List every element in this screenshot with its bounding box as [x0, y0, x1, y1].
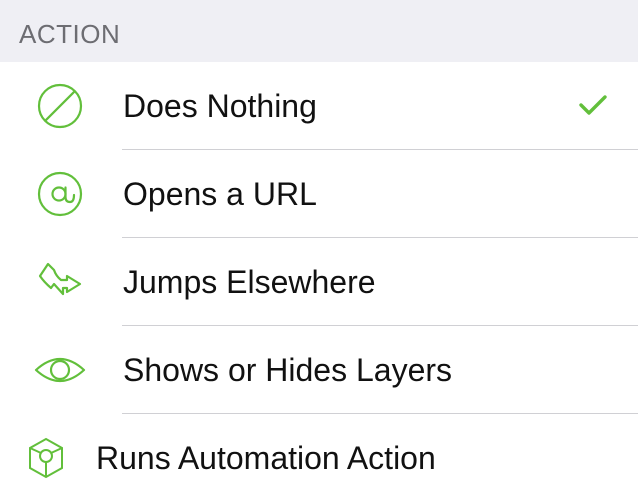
eye-icon	[34, 346, 86, 394]
prohibited-icon	[34, 82, 86, 130]
action-settings-screen: ACTION Does Nothing Opens a URL Jumps El…	[0, 0, 638, 500]
option-label: Shows or Hides Layers	[123, 352, 453, 388]
section-title: ACTION	[19, 19, 121, 49]
option-jumps-elsewhere[interactable]: Jumps Elsewhere	[0, 238, 638, 326]
option-opens-url[interactable]: Opens a URL	[0, 150, 638, 238]
option-label: Jumps Elsewhere	[123, 264, 376, 300]
option-does-nothing[interactable]: Does Nothing	[0, 62, 638, 150]
jump-arrow-icon	[34, 258, 86, 306]
action-options-list: Does Nothing Opens a URL Jumps Elsewhere…	[0, 62, 638, 500]
automation-cube-icon	[24, 436, 68, 480]
section-header-action: ACTION	[0, 0, 638, 62]
option-runs-automation[interactable]: Runs Automation Action	[0, 414, 638, 500]
option-label: Opens a URL	[123, 176, 317, 212]
option-label: Runs Automation Action	[96, 440, 436, 476]
option-label: Does Nothing	[123, 88, 317, 124]
option-shows-hides-layers[interactable]: Shows or Hides Layers	[0, 326, 638, 414]
at-sign-icon	[34, 170, 86, 218]
checkmark-icon	[578, 90, 608, 120]
